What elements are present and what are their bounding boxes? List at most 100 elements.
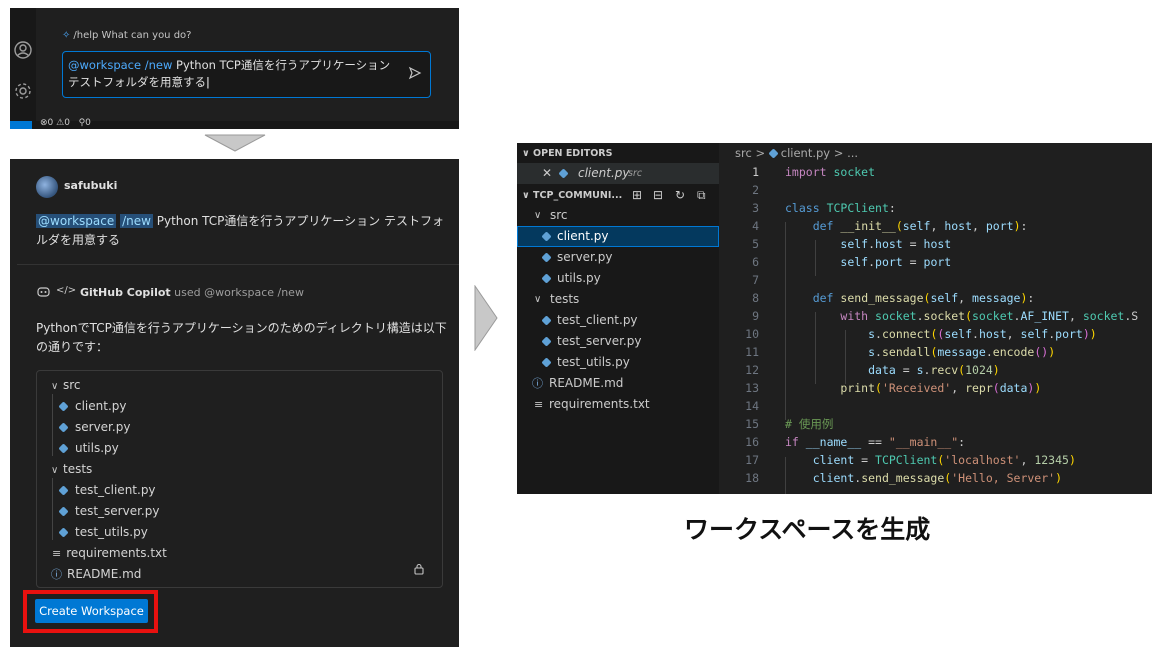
explorer-label: test_client.py	[557, 313, 638, 327]
explorer-label: test_server.py	[557, 334, 642, 348]
new-command-chip: /new	[120, 214, 153, 228]
code-text: print('Received', repr(data))	[840, 381, 1042, 395]
code-text: with socket.socket(socket.AF_INET, socke…	[840, 309, 1139, 323]
explorer-file-selected[interactable]: client.py	[517, 226, 719, 247]
project-header[interactable]: ∨ TCP_COMMUNI... ⊞ ⊟ ↻ ⧉	[517, 185, 719, 206]
tree-file[interactable]: test_client.py	[58, 480, 156, 500]
info-icon: ⓘ	[532, 377, 543, 390]
create-workspace-button[interactable]: Create Workspace	[35, 599, 148, 623]
explorer-file[interactable]: utils.py	[517, 268, 719, 289]
chevron-down-icon: ∨	[51, 465, 59, 476]
tree-label: test_utils.py	[75, 525, 148, 539]
chevron-right-icon: >	[833, 146, 844, 160]
python-file-icon	[541, 252, 552, 263]
python-file-icon	[58, 401, 69, 412]
refresh-icon[interactable]: ↻	[675, 185, 685, 206]
settings-gear-icon[interactable]	[13, 81, 33, 101]
explorer-label: src	[550, 208, 568, 222]
chevron-down-icon: ∨	[534, 294, 542, 305]
explorer-file[interactable]: ⓘ README.md	[517, 373, 719, 394]
code-line: 6 self.port = port	[719, 253, 1152, 271]
tree-file[interactable]: test_utils.py	[58, 522, 148, 542]
explorer-folder-src[interactable]: ∨ src	[517, 205, 719, 226]
right-arrow-graphic	[474, 285, 498, 351]
vscode-editor-window: ∨ OPEN EDITORS ✕ client.py src ∨ TCP_COM…	[517, 143, 1152, 494]
error-icon: ⊗	[40, 118, 48, 128]
python-file-icon	[541, 315, 552, 326]
tree-folder-tests[interactable]: ∨ tests	[51, 459, 92, 479]
code-line: 5 self.host = host	[719, 235, 1152, 253]
copilot-used-refs: used @workspace /new	[174, 286, 304, 299]
line-number: 12	[745, 363, 759, 377]
code-line: 3 class TCPClient:	[719, 199, 1152, 217]
caption: ワークスペースを生成	[684, 515, 931, 544]
line-number: 9	[752, 309, 759, 323]
breadcrumb: src > client.py > ...	[735, 146, 858, 160]
explorer-label: utils.py	[557, 271, 601, 285]
explorer-file[interactable]: server.py	[517, 247, 719, 268]
tree-folder-src[interactable]: ∨ src	[51, 375, 81, 395]
code-text: data = s.recv(1024)	[868, 363, 1000, 377]
tree-file[interactable]: test_server.py	[58, 501, 159, 521]
code-line: 13 print('Received', repr(data))	[719, 379, 1152, 397]
line-number: 3	[752, 201, 759, 215]
breadcrumb-src[interactable]: src	[735, 146, 752, 160]
explorer-file[interactable]: ≡ requirements.txt	[517, 394, 719, 415]
explorer-folder-tests[interactable]: ∨ tests	[517, 289, 719, 310]
tree-label: requirements.txt	[66, 546, 167, 560]
status-bar: ⊗0 ⚠0 ⚲0	[10, 118, 459, 129]
line-number: 1	[752, 165, 759, 179]
tree-file[interactable]: ≡ requirements.txt	[52, 543, 167, 563]
chevron-down-icon: ∨	[534, 210, 542, 221]
chevron-down-icon: ∨	[51, 381, 59, 392]
code-line: 8 def send_message(self, message):	[719, 289, 1152, 307]
line-number: 8	[752, 291, 759, 305]
help-hint-text: /help What can you do?	[73, 30, 192, 41]
tree-file[interactable]: client.py	[58, 396, 127, 416]
remote-indicator-button[interactable]	[10, 121, 32, 129]
chat-prompt-input[interactable]: @workspace /new Python TCP通信を行うアプリケーション …	[62, 51, 431, 98]
tree-label: src	[63, 378, 81, 392]
explorer-label: test_utils.py	[557, 355, 630, 369]
line-number: 4	[752, 219, 759, 233]
tree-file[interactable]: server.py	[58, 417, 130, 437]
python-file-icon	[58, 506, 69, 517]
help-hint[interactable]: ✧/help What can you do?	[62, 30, 191, 41]
explorer-label: requirements.txt	[549, 397, 650, 411]
open-editor-item[interactable]: ✕ client.py src	[517, 163, 719, 184]
account-icon[interactable]	[13, 40, 33, 60]
tree-guide	[52, 394, 53, 456]
new-file-icon[interactable]: ⊞	[632, 185, 642, 206]
prompt-text: @workspace /new Python TCP通信を行うアプリケーション …	[68, 57, 396, 91]
open-file-dir: src	[628, 168, 643, 179]
breadcrumb-file[interactable]: client.py	[781, 146, 830, 160]
explorer-label: tests	[550, 292, 580, 306]
text-cursor: |	[206, 75, 210, 89]
line-number: 17	[745, 453, 759, 467]
code-line: 4 def __init__(self, host, port):	[719, 217, 1152, 235]
close-icon[interactable]: ✕	[542, 163, 552, 184]
copilot-name: GitHub Copilot	[80, 286, 171, 299]
send-icon[interactable]	[408, 66, 422, 80]
line-number: 6	[752, 255, 759, 269]
highlight-frame: Create Workspace	[23, 590, 158, 633]
line-number: 11	[745, 345, 759, 359]
new-folder-icon[interactable]: ⊟	[653, 185, 663, 206]
explorer-file[interactable]: test_utils.py	[517, 352, 719, 373]
explorer-file[interactable]: test_server.py	[517, 331, 719, 352]
explorer-label: README.md	[549, 376, 624, 390]
problems-status[interactable]: ⊗0 ⚠0 ⚲0	[40, 118, 91, 128]
python-file-icon	[58, 443, 69, 454]
down-arrow-graphic	[204, 134, 266, 152]
tree-file[interactable]: ⓘ README.md	[51, 564, 141, 584]
code-editor[interactable]: src > client.py > ... 1 import socket 2 3…	[719, 143, 1152, 494]
explorer-file[interactable]: test_client.py	[517, 310, 719, 331]
line-number: 16	[745, 435, 759, 449]
explorer-label: client.py	[557, 229, 609, 243]
open-editors-header[interactable]: ∨ OPEN EDITORS	[517, 143, 719, 164]
collapse-all-icon[interactable]: ⧉	[697, 185, 706, 206]
warning-count: 0	[64, 118, 70, 128]
tree-file[interactable]: utils.py	[58, 438, 119, 458]
breadcrumb-more[interactable]: ...	[847, 146, 858, 160]
code-line: 10 s.connect((self.host, self.port))	[719, 325, 1152, 343]
